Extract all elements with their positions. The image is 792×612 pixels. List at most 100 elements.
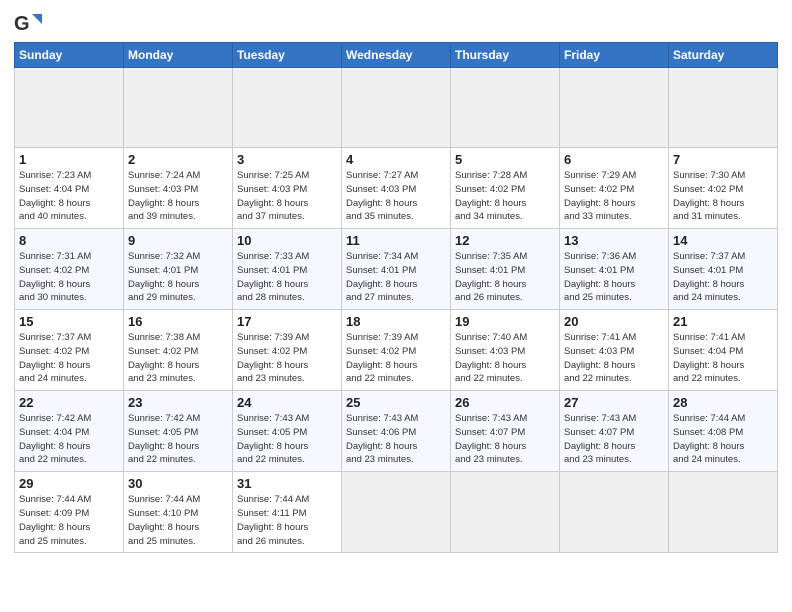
calendar-cell: 18 Sunrise: 7:39 AM Sunset: 4:02 PM Dayli… [342,310,451,391]
day-number: 18 [346,314,446,329]
day-number: 30 [128,476,228,491]
calendar-cell: 31Sunrise: 7:44 AM Sunset: 4:11 PM Dayli… [233,472,342,553]
day-number: 5 [455,152,555,167]
day-info: Sunrise: 7:43 AM Sunset: 4:07 PM Dayligh… [455,412,555,467]
calendar-cell: 16 Sunrise: 7:38 AM Sunset: 4:02 PM Dayli… [124,310,233,391]
day-info: Sunrise: 7:40 AM Sunset: 4:03 PM Dayligh… [455,331,555,386]
day-info: Sunrise: 7:29 AM Sunset: 4:02 PM Dayligh… [564,169,664,224]
day-number: 20 [564,314,664,329]
calendar-cell [669,68,778,148]
day-info: Sunrise: 7:42 AM Sunset: 4:04 PM Dayligh… [19,412,119,467]
svg-text:G: G [14,13,30,35]
day-number: 11 [346,233,446,248]
day-info: Sunrise: 7:41 AM Sunset: 4:03 PM Dayligh… [564,331,664,386]
calendar-cell: 21 Sunrise: 7:41 AM Sunset: 4:04 PM Dayli… [669,310,778,391]
day-number: 16 [128,314,228,329]
week-row-5: 29 Sunrise: 7:44 AM Sunset: 4:09 PM Dayli… [15,472,778,553]
day-number: 6 [564,152,664,167]
week-row-1: 1Sunrise: 7:23 AM Sunset: 4:04 PM Daylig… [15,148,778,229]
day-number: 17 [237,314,337,329]
calendar-cell: 11 Sunrise: 7:34 AM Sunset: 4:01 PM Dayli… [342,229,451,310]
day-info: Sunrise: 7:33 AM Sunset: 4:01 PM Dayligh… [237,250,337,305]
day-number: 22 [19,395,119,410]
day-info: Sunrise: 7:31 AM Sunset: 4:02 PM Dayligh… [19,250,119,305]
day-info: Sunrise: 7:43 AM Sunset: 4:05 PM Dayligh… [237,412,337,467]
calendar-cell: 23Sunrise: 7:42 AM Sunset: 4:05 PM Dayli… [124,391,233,472]
day-info: Sunrise: 7:44 AM Sunset: 4:08 PM Dayligh… [673,412,773,467]
calendar-cell [451,68,560,148]
week-row-0 [15,68,778,148]
calendar-cell: 25 Sunrise: 7:43 AM Sunset: 4:06 PM Dayli… [342,391,451,472]
header-cell-wednesday: Wednesday [342,43,451,68]
day-number: 25 [346,395,446,410]
calendar-cell: 3Sunrise: 7:25 AM Sunset: 4:03 PM Daylig… [233,148,342,229]
header-cell-monday: Monday [124,43,233,68]
calendar-cell [669,472,778,553]
day-number: 23 [128,395,228,410]
calendar-cell: 10 Sunrise: 7:33 AM Sunset: 4:01 PM Dayli… [233,229,342,310]
header-row: SundayMondayTuesdayWednesdayThursdayFrid… [15,43,778,68]
logo-icon: G [14,10,42,38]
day-info: Sunrise: 7:34 AM Sunset: 4:01 PM Dayligh… [346,250,446,305]
day-number: 1 [19,152,119,167]
calendar-cell: 5 Sunrise: 7:28 AM Sunset: 4:02 PM Daylig… [451,148,560,229]
day-number: 7 [673,152,773,167]
day-number: 8 [19,233,119,248]
day-info: Sunrise: 7:43 AM Sunset: 4:06 PM Dayligh… [346,412,446,467]
day-info: Sunrise: 7:39 AM Sunset: 4:02 PM Dayligh… [346,331,446,386]
day-number: 15 [19,314,119,329]
header-cell-tuesday: Tuesday [233,43,342,68]
day-info: Sunrise: 7:35 AM Sunset: 4:01 PM Dayligh… [455,250,555,305]
calendar-container: G SundayMondayTuesdayWednesdayThursdayFr… [0,0,792,563]
header: G [14,10,778,38]
day-info: Sunrise: 7:28 AM Sunset: 4:02 PM Dayligh… [455,169,555,224]
day-info: Sunrise: 7:36 AM Sunset: 4:01 PM Dayligh… [564,250,664,305]
day-info: Sunrise: 7:30 AM Sunset: 4:02 PM Dayligh… [673,169,773,224]
day-number: 24 [237,395,337,410]
day-info: Sunrise: 7:44 AM Sunset: 4:09 PM Dayligh… [19,493,119,548]
day-number: 21 [673,314,773,329]
calendar-cell: 27 Sunrise: 7:43 AM Sunset: 4:07 PM Dayli… [560,391,669,472]
day-info: Sunrise: 7:41 AM Sunset: 4:04 PM Dayligh… [673,331,773,386]
calendar-cell [560,68,669,148]
week-row-2: 8 Sunrise: 7:31 AM Sunset: 4:02 PM Daylig… [15,229,778,310]
day-number: 4 [346,152,446,167]
calendar-cell: 20 Sunrise: 7:41 AM Sunset: 4:03 PM Dayli… [560,310,669,391]
day-number: 10 [237,233,337,248]
day-info: Sunrise: 7:44 AM Sunset: 4:11 PM Dayligh… [237,493,337,548]
day-number: 19 [455,314,555,329]
header-cell-saturday: Saturday [669,43,778,68]
header-cell-thursday: Thursday [451,43,560,68]
calendar-cell [342,472,451,553]
calendar-cell [15,68,124,148]
day-info: Sunrise: 7:27 AM Sunset: 4:03 PM Dayligh… [346,169,446,224]
day-info: Sunrise: 7:37 AM Sunset: 4:02 PM Dayligh… [19,331,119,386]
calendar-cell: 19 Sunrise: 7:40 AM Sunset: 4:03 PM Dayli… [451,310,560,391]
day-number: 29 [19,476,119,491]
day-number: 2 [128,152,228,167]
day-number: 27 [564,395,664,410]
day-number: 3 [237,152,337,167]
calendar-cell [451,472,560,553]
header-cell-friday: Friday [560,43,669,68]
calendar-table: SundayMondayTuesdayWednesdayThursdayFrid… [14,42,778,553]
calendar-cell: 2Sunrise: 7:24 AM Sunset: 4:03 PM Daylig… [124,148,233,229]
day-info: Sunrise: 7:38 AM Sunset: 4:02 PM Dayligh… [128,331,228,386]
logo: G [14,10,44,38]
calendar-cell: 14Sunrise: 7:37 AM Sunset: 4:01 PM Dayli… [669,229,778,310]
calendar-cell: 28 Sunrise: 7:44 AM Sunset: 4:08 PM Dayli… [669,391,778,472]
calendar-cell: 4 Sunrise: 7:27 AM Sunset: 4:03 PM Daylig… [342,148,451,229]
day-number: 28 [673,395,773,410]
calendar-cell: 7 Sunrise: 7:30 AM Sunset: 4:02 PM Daylig… [669,148,778,229]
day-info: Sunrise: 7:43 AM Sunset: 4:07 PM Dayligh… [564,412,664,467]
day-info: Sunrise: 7:37 AM Sunset: 4:01 PM Dayligh… [673,250,773,305]
day-info: Sunrise: 7:32 AM Sunset: 4:01 PM Dayligh… [128,250,228,305]
day-number: 9 [128,233,228,248]
week-row-4: 22 Sunrise: 7:42 AM Sunset: 4:04 PM Dayli… [15,391,778,472]
calendar-cell: 13Sunrise: 7:36 AM Sunset: 4:01 PM Dayli… [560,229,669,310]
day-info: Sunrise: 7:39 AM Sunset: 4:02 PM Dayligh… [237,331,337,386]
calendar-cell: 17 Sunrise: 7:39 AM Sunset: 4:02 PM Dayli… [233,310,342,391]
calendar-cell: 15 Sunrise: 7:37 AM Sunset: 4:02 PM Dayli… [15,310,124,391]
week-row-3: 15 Sunrise: 7:37 AM Sunset: 4:02 PM Dayli… [15,310,778,391]
header-cell-sunday: Sunday [15,43,124,68]
